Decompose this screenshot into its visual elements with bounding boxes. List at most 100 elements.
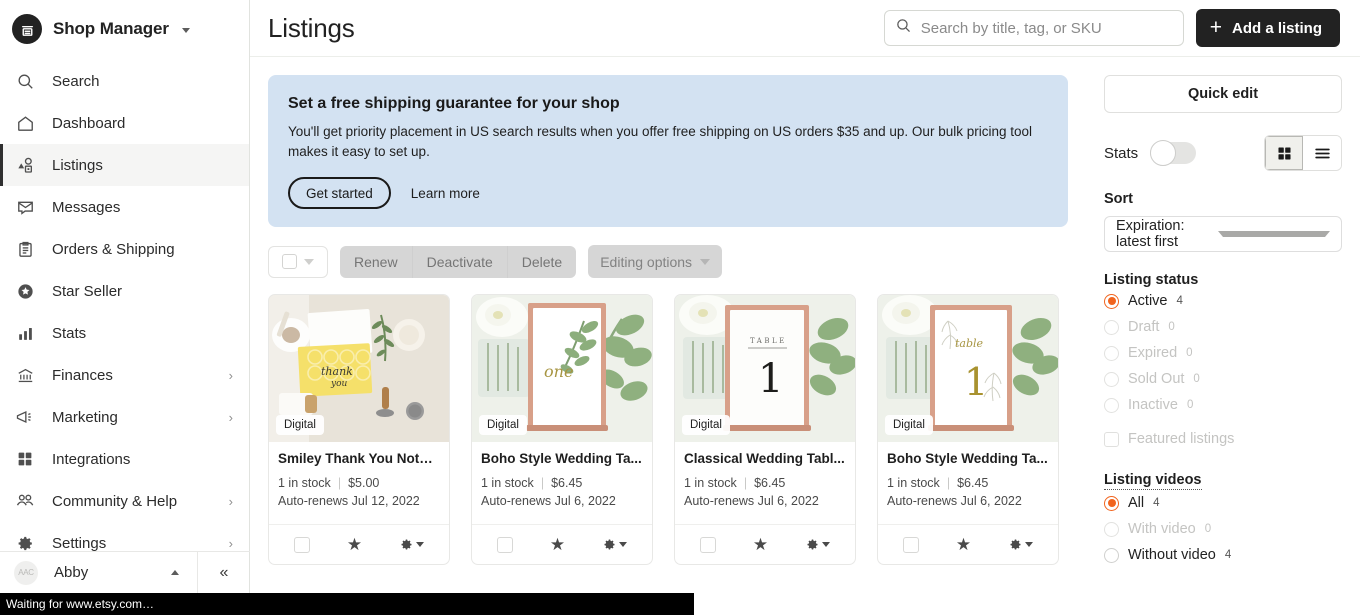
etsy-shop-icon xyxy=(12,14,42,44)
listings-content: Set a free shipping guarantee for your s… xyxy=(250,57,1088,615)
checkbox-icon[interactable] xyxy=(496,536,513,553)
listing-meta: 1 in stock | $6.45 xyxy=(481,476,643,490)
radio-icon[interactable] xyxy=(1104,371,1119,387)
listing-options-button[interactable] xyxy=(805,537,831,552)
star-icon[interactable]: ★ xyxy=(956,536,971,553)
sidebar-item-stats[interactable]: Stats xyxy=(0,312,249,354)
listing-title[interactable]: Smiley Thank You Note ... xyxy=(278,451,440,466)
radio-icon[interactable] xyxy=(1104,345,1119,361)
status-option-count: 4 xyxy=(1176,295,1183,307)
star-icon[interactable]: ★ xyxy=(347,536,362,553)
video-option-without-video[interactable]: Without video 4 xyxy=(1104,542,1342,568)
get-started-button[interactable]: Get started xyxy=(288,177,391,210)
select-all-dropdown[interactable] xyxy=(268,245,328,278)
user-menu[interactable]: AAC Abby xyxy=(0,552,198,593)
radio-icon[interactable] xyxy=(1104,495,1119,511)
bulk-button-group: Renew Deactivate Delete xyxy=(340,245,577,278)
sort-value: Expiration: latest first xyxy=(1116,218,1185,250)
sidebar-item-messages[interactable]: Messages xyxy=(0,186,249,228)
boho-wedding-table-number-1-gold-photo[interactable]: table 1 Digital xyxy=(878,295,1058,443)
delete-button[interactable]: Delete xyxy=(507,245,577,278)
sidebar-item-orders-shipping[interactable]: Orders & Shipping xyxy=(0,228,249,270)
sidebar-item-search[interactable]: Search xyxy=(0,60,249,102)
listing-options-button[interactable] xyxy=(399,537,425,552)
add-listing-button[interactable]: + Add a listing xyxy=(1195,9,1340,47)
sidebar-footer: AAC Abby « xyxy=(0,551,250,593)
svg-text:you: you xyxy=(330,379,348,389)
checkbox-icon[interactable] xyxy=(282,254,297,270)
megaphone-icon xyxy=(14,406,36,428)
sidebar-item-dashboard[interactable]: Dashboard xyxy=(0,102,249,144)
list-view-icon[interactable] xyxy=(1303,136,1341,170)
sidebar-item-marketing[interactable]: Marketing › xyxy=(0,396,249,438)
listing-card[interactable]: TABLE 1 Digital Classical Wedding Tabl..… xyxy=(674,294,856,566)
shop-manager-brand[interactable]: Shop Manager xyxy=(0,0,249,58)
editing-options-button[interactable]: Editing options xyxy=(588,245,723,279)
radio-icon[interactable] xyxy=(1104,293,1119,309)
radio-icon[interactable] xyxy=(1104,397,1119,413)
listing-title[interactable]: Classical Wedding Tabl... xyxy=(684,451,846,466)
status-option-active[interactable]: Active 4 xyxy=(1104,288,1342,314)
listing-title[interactable]: Boho Style Wedding Ta... xyxy=(887,451,1049,466)
checkbox-icon[interactable] xyxy=(293,536,310,553)
listing-card[interactable]: thank you Digital Smiley Thank You Note … xyxy=(268,294,450,566)
stats-row: Stats xyxy=(1104,135,1342,171)
radio-icon[interactable] xyxy=(1104,521,1119,537)
bank-icon xyxy=(14,364,36,386)
svg-text:thank: thank xyxy=(321,365,353,378)
listing-price: $5.00 xyxy=(348,476,380,491)
search-box[interactable] xyxy=(883,10,1184,46)
stats-toggle[interactable] xyxy=(1150,140,1197,166)
status-option-inactive[interactable]: Inactive 0 xyxy=(1104,392,1342,418)
sidebar-item-label: Messages xyxy=(52,198,121,216)
sidebar-item-star-seller[interactable]: Star Seller xyxy=(0,270,249,312)
radio-icon[interactable] xyxy=(1104,319,1119,335)
chevron-down-icon[interactable] xyxy=(304,258,314,265)
gear-icon xyxy=(807,539,818,550)
checkbox-icon[interactable] xyxy=(699,536,716,553)
listing-options-button[interactable] xyxy=(1008,537,1034,552)
learn-more-link[interactable]: Learn more xyxy=(411,186,480,201)
video-option-with-video[interactable]: With video 0 xyxy=(1104,516,1342,542)
grid-view-icon[interactable] xyxy=(1265,136,1303,170)
listing-title[interactable]: Boho Style Wedding Ta... xyxy=(481,451,643,466)
deactivate-button[interactable]: Deactivate xyxy=(412,245,508,278)
listing-card[interactable]: table 1 Digital Boho Style Wedding Ta...… xyxy=(877,294,1059,566)
user-name: Abby xyxy=(54,564,89,581)
video-option-all[interactable]: All 4 xyxy=(1104,490,1342,516)
sidebar-item-label: Listings xyxy=(52,156,103,174)
listing-videos-options: All 4 With video 0 Without video 4 xyxy=(1104,490,1342,568)
listing-meta: 1 in stock | $6.45 xyxy=(684,476,846,490)
sidebar-item-finances[interactable]: Finances › xyxy=(0,354,249,396)
status-option-sold-out[interactable]: Sold Out 0 xyxy=(1104,366,1342,392)
star-icon[interactable]: ★ xyxy=(753,536,768,553)
people-icon xyxy=(14,490,36,512)
sidebar-item-integrations[interactable]: Integrations xyxy=(0,438,249,480)
quick-edit-button[interactable]: Quick edit xyxy=(1104,75,1342,113)
listing-card[interactable]: one Digital Boho Style Wedding Ta... 1 i… xyxy=(471,294,653,566)
radio-icon[interactable] xyxy=(1104,547,1119,563)
video-option-count: 4 xyxy=(1224,549,1232,561)
search-input[interactable] xyxy=(920,19,1183,37)
listing-options-button[interactable] xyxy=(602,537,628,552)
classical-wedding-table-number-1-photo[interactable]: TABLE 1 Digital xyxy=(675,295,855,443)
checkbox-icon[interactable] xyxy=(902,536,919,553)
sidebar-item-community-help[interactable]: Community & Help › xyxy=(0,480,249,522)
boho-wedding-table-number-one-photo[interactable]: one Digital xyxy=(472,295,652,443)
renew-button[interactable]: Renew xyxy=(340,245,413,278)
collapse-sidebar-button[interactable]: « xyxy=(198,552,250,593)
sidebar-item-label: Settings xyxy=(52,534,107,552)
status-option-expired[interactable]: Expired 0 xyxy=(1104,340,1342,366)
grid-squares-icon xyxy=(14,448,36,470)
thank-you-note-card-photo[interactable]: thank you Digital xyxy=(269,295,449,443)
meta-divider: | xyxy=(540,476,545,491)
star-icon[interactable]: ★ xyxy=(550,536,565,553)
sidebar-item-listings[interactable]: Listings xyxy=(0,144,249,186)
chevron-down-icon[interactable] xyxy=(181,28,190,33)
sort-select[interactable]: Expiration: latest first xyxy=(1104,216,1342,252)
featured-listings-row[interactable]: Featured listings xyxy=(1104,426,1342,452)
status-option-draft[interactable]: Draft 0 xyxy=(1104,314,1342,340)
checkbox-icon[interactable] xyxy=(1104,431,1119,447)
svg-text:TABLE: TABLE xyxy=(750,337,787,345)
page-title: Listings xyxy=(268,12,355,43)
